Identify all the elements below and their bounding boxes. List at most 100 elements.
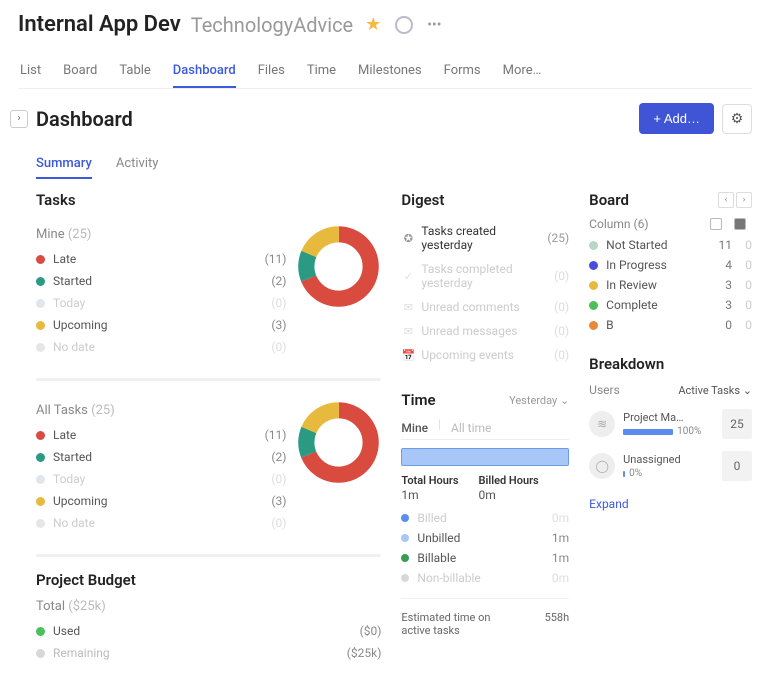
more-options-icon[interactable]: ••• — [427, 17, 441, 33]
status-dot-icon — [36, 255, 45, 264]
board-dot-icon — [589, 281, 598, 290]
board-prev-arrow[interactable]: ‹ — [718, 192, 734, 208]
task-row[interactable]: Started(2) — [36, 446, 286, 468]
gear-icon: ⚙ — [731, 111, 744, 127]
board-checkbox-unchecked-icon[interactable] — [710, 218, 722, 230]
budget-row: Used($0) — [36, 620, 381, 642]
add-button[interactable]: + Add… — [639, 103, 714, 134]
nav-tab-files[interactable]: Files — [258, 55, 285, 88]
divider — [401, 598, 569, 599]
status-circle-icon[interactable] — [395, 16, 413, 34]
digest-row[interactable]: ✉Unread comments (0) — [401, 295, 569, 319]
breakdown-dropdown[interactable]: Active Tasks ⌄ — [678, 384, 752, 397]
nav-tab-forms[interactable]: Forms — [444, 55, 481, 88]
digest-row[interactable]: ✓Tasks completed yesterday (0) — [401, 257, 569, 295]
digest-icon: ✉ — [401, 325, 415, 338]
board-label: In Progress — [606, 258, 712, 272]
total-hours-value: 1m — [401, 488, 458, 502]
settings-button[interactable]: ⚙ — [722, 104, 752, 134]
board-row[interactable]: B00 — [589, 315, 752, 335]
time-item-value: 0m — [552, 571, 569, 585]
board-checkbox-checked-icon[interactable] — [734, 218, 746, 230]
task-count: (0) — [271, 340, 286, 354]
collapse-toggle[interactable]: › — [10, 110, 28, 128]
digest-icon: ✪ — [401, 232, 415, 245]
board-next-arrow[interactable]: › — [736, 192, 752, 208]
expand-link[interactable]: Expand — [589, 497, 752, 511]
task-row[interactable]: No date(0) — [36, 512, 286, 534]
task-row[interactable]: No date(0) — [36, 336, 286, 358]
board-row[interactable]: In Progress40 — [589, 255, 752, 275]
task-count: (3) — [271, 318, 286, 332]
board-label: In Review — [606, 278, 712, 292]
board-row[interactable]: Not Started110 — [589, 235, 752, 255]
budget-total-label: Total ($25k) — [36, 599, 381, 614]
tasks-mine-label: Mine (25) — [36, 227, 286, 242]
page-title: Dashboard — [36, 107, 133, 131]
board-dot-icon — [589, 301, 598, 310]
nav-tab-board[interactable]: Board — [63, 55, 97, 88]
status-dot-icon — [36, 519, 45, 528]
budget-label: Remaining — [53, 646, 347, 660]
digest-row[interactable]: ✉Unread messages (0) — [401, 319, 569, 343]
digest-row[interactable]: ✪ Tasks created yesterday (25) — [401, 219, 569, 257]
task-count: (11) — [265, 428, 287, 442]
task-label: Today — [53, 296, 271, 310]
tasks-all-label: All Tasks (25) — [36, 403, 286, 418]
nav-tab-dashboard[interactable]: Dashboard — [173, 55, 236, 88]
nav-tab-table[interactable]: Table — [119, 55, 150, 88]
board-row[interactable]: In Review30 — [589, 275, 752, 295]
star-icon[interactable]: ★ — [365, 14, 381, 35]
board-row[interactable]: Complete30 — [589, 295, 752, 315]
task-count: (3) — [271, 494, 286, 508]
breakdown-name: Project Ma… — [623, 411, 708, 424]
task-row[interactable]: Upcoming(3) — [36, 314, 286, 336]
task-label: Upcoming — [53, 494, 271, 508]
time-tab-mine[interactable]: Mine — [401, 417, 428, 439]
digest-count: (25) — [547, 231, 569, 245]
task-row[interactable]: Late(11) — [36, 248, 286, 270]
board-count-open: 11 — [712, 238, 732, 252]
breakdown-row[interactable]: ◯Unassigned0%0 — [589, 445, 752, 487]
billed-hours-value: 0m — [479, 488, 539, 502]
board-dot-icon — [589, 261, 598, 270]
board-title: Board — [589, 191, 629, 209]
nav-tab-more[interactable]: More… — [503, 55, 542, 88]
board-label: Complete — [606, 298, 712, 312]
nav-tab-milestones[interactable]: Milestones — [358, 55, 422, 88]
sub-tab-summary[interactable]: Summary — [36, 150, 92, 179]
budget-title: Project Budget — [36, 571, 381, 589]
digest-icon: ✓ — [401, 270, 415, 283]
board-label: Not Started — [606, 238, 712, 252]
budget-value: ($25k) — [347, 646, 382, 660]
digest-label: Tasks created yesterday — [421, 224, 547, 252]
time-dot-icon — [401, 574, 409, 582]
time-tab-all-time[interactable]: All time — [451, 417, 491, 439]
time-item: Billed0m — [401, 508, 569, 528]
time-item: Non-billable0m — [401, 568, 569, 588]
task-row[interactable]: Late(11) — [36, 424, 286, 446]
budget-dot-icon — [36, 627, 45, 636]
board-dot-icon — [589, 241, 598, 250]
task-row[interactable]: Upcoming(3) — [36, 490, 286, 512]
task-row[interactable]: Started(2) — [36, 270, 286, 292]
sub-tab-activity[interactable]: Activity — [116, 150, 159, 179]
task-label: Late — [53, 252, 265, 266]
digest-row[interactable]: 📅Upcoming events (0) — [401, 343, 569, 367]
breakdown-bar — [623, 471, 625, 477]
status-dot-icon — [36, 277, 45, 286]
status-dot-icon — [36, 321, 45, 330]
task-label: No date — [53, 340, 271, 354]
nav-tab-time[interactable]: Time — [307, 55, 336, 88]
time-item-label: Non-billable — [417, 571, 551, 585]
task-label: Upcoming — [53, 318, 271, 332]
time-period-dropdown[interactable]: Yesterday ⌄ — [509, 394, 569, 407]
status-dot-icon — [36, 475, 45, 484]
total-hours-label: Total Hours — [401, 474, 458, 487]
task-row[interactable]: Today(0) — [36, 292, 286, 314]
breakdown-row[interactable]: ≋Project Ma…100%25 — [589, 403, 752, 445]
task-row[interactable]: Today(0) — [36, 468, 286, 490]
nav-tab-list[interactable]: List — [20, 55, 41, 88]
board-count-done: 0 — [732, 238, 752, 252]
time-item-label: Unbilled — [417, 531, 551, 545]
